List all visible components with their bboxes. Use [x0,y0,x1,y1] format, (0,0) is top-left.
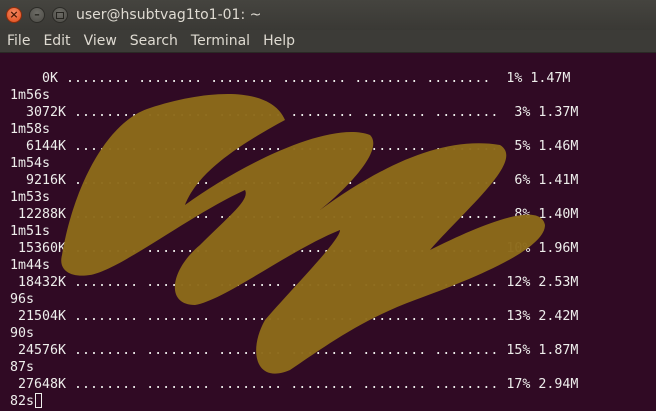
text-cursor [35,393,43,408]
terminal-window: × – user@hsubtvag1to1-01: ~ File Edit Vi… [0,0,656,411]
eta-line: 1m44s [10,258,51,273]
progress-line: 6144K ........ ........ ........ .......… [10,139,579,154]
menu-search[interactable]: Search [123,30,184,52]
prompt-line[interactable]: 82s [10,393,43,410]
terminal-output[interactable]: 0K ........ ........ ........ ........ .… [0,53,656,411]
progress-line: 0K ........ ........ ........ ........ .… [10,71,571,86]
eta-text: 82s [10,394,35,409]
progress-line: 3072K ........ ........ ........ .......… [10,105,579,120]
eta-line: 1m53s [10,190,51,205]
menu-terminal[interactable]: Terminal [184,30,256,52]
progress-line: 18432K ........ ........ ........ ......… [10,275,579,290]
progress-line: 27648K ........ ........ ........ ......… [10,377,579,392]
minimize-button[interactable]: – [29,7,45,23]
progress-line: 9216K ........ ........ ........ .......… [10,173,579,188]
progress-line: 12288K ........ ........ ........ ......… [10,207,579,222]
eta-line: 87s [10,360,35,375]
eta-line: 1m51s [10,224,51,239]
menu-file[interactable]: File [0,30,36,52]
eta-line: 1m54s [10,156,51,171]
maximize-icon [56,11,64,19]
close-button[interactable]: × [6,7,22,23]
close-icon: × [9,8,19,21]
eta-line: 96s [10,292,35,307]
maximize-button[interactable] [52,7,68,23]
progress-line: 24576K ........ ........ ........ ......… [10,343,579,358]
eta-line: 1m58s [10,122,51,137]
window-title: user@hsubtvag1to1-01: ~ [76,7,262,23]
menu-view[interactable]: View [77,30,123,52]
title-bar[interactable]: × – user@hsubtvag1to1-01: ~ [0,0,656,30]
eta-line: 1m56s [10,88,51,103]
eta-line: 90s [10,326,35,341]
progress-line: 15360K ........ ........ ........ ......… [10,241,579,256]
menu-help[interactable]: Help [256,30,301,52]
progress-line: 21504K ........ ........ ........ ......… [10,309,579,324]
menu-bar: File Edit View Search Terminal Help [0,30,656,53]
minimize-icon: – [34,8,40,21]
menu-edit[interactable]: Edit [36,30,76,52]
